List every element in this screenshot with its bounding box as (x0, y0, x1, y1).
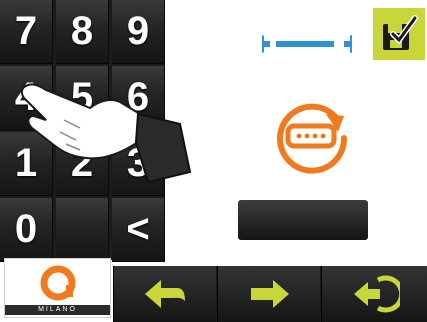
logo-icon (40, 265, 76, 301)
key-label: 9 (126, 9, 150, 53)
key-label: 7 (14, 9, 38, 53)
exit-button[interactable] (321, 266, 427, 322)
back-button[interactable] (113, 266, 216, 322)
key-label: 0 (14, 207, 38, 251)
key-0[interactable]: 0 (0, 198, 53, 262)
exit-icon (353, 275, 400, 313)
reset-code-icon (277, 103, 348, 174)
key-9[interactable]: 9 (112, 0, 165, 64)
forward-button[interactable] (217, 266, 320, 322)
key-blank (56, 198, 109, 262)
key-7[interactable]: 7 (0, 0, 53, 64)
save-icon (383, 15, 418, 50)
hand-pointer-icon (20, 83, 192, 184)
wrench-icon (262, 34, 352, 54)
back-arrow-icon (145, 280, 185, 308)
key-label: 8 (70, 9, 94, 53)
brand-logo: MILANO (4, 258, 111, 318)
key-label: < (126, 207, 150, 251)
forward-arrow-icon (251, 280, 289, 308)
key-8[interactable]: 8 (56, 0, 109, 64)
confirm-button[interactable] (238, 200, 368, 240)
key-backspace[interactable]: < (112, 198, 165, 262)
save-button[interactable] (373, 8, 425, 60)
brand-text: MILANO (5, 305, 110, 315)
bottom-nav (113, 266, 427, 322)
